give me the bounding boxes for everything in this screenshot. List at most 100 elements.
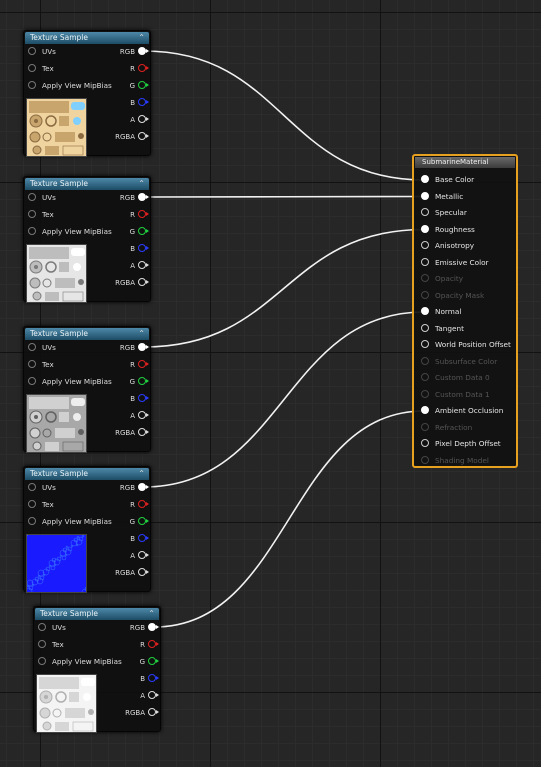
input-pin-apply-view-mipbias[interactable]: Apply View MipBias (28, 80, 112, 92)
pin-icon[interactable] (28, 343, 36, 351)
output-pin-g[interactable]: G (140, 656, 159, 668)
material-pin-specular[interactable]: Specular (421, 207, 467, 219)
pin-icon[interactable] (148, 657, 159, 665)
input-pin-uvs[interactable]: UVs (28, 192, 56, 204)
pin-icon[interactable] (138, 360, 149, 368)
chevron-up-icon[interactable]: ⌃ (138, 178, 145, 190)
chevron-up-icon[interactable]: ⌃ (138, 328, 145, 340)
pin-icon[interactable] (138, 411, 149, 419)
pin-icon[interactable] (421, 439, 429, 447)
pin-icon[interactable] (138, 517, 149, 525)
output-pin-g[interactable]: G (130, 80, 149, 92)
pin-icon[interactable] (138, 193, 149, 201)
input-pin-uvs[interactable]: UVs (38, 622, 66, 634)
pin-icon[interactable] (138, 428, 149, 436)
input-pin-apply-view-mipbias[interactable]: Apply View MipBias (28, 376, 112, 388)
material-pin-tangent[interactable]: Tangent (421, 323, 464, 335)
pin-icon[interactable] (138, 64, 149, 72)
output-pin-b[interactable]: B (130, 393, 149, 405)
pin-icon[interactable] (421, 175, 429, 183)
pin-icon[interactable] (28, 377, 36, 385)
pin-icon[interactable] (421, 406, 429, 414)
chevron-up-icon[interactable]: ⌃ (138, 32, 145, 44)
pin-icon[interactable] (421, 241, 429, 249)
input-pin-apply-view-mipbias[interactable]: Apply View MipBias (38, 656, 122, 668)
texture-sample-node[interactable]: Texture Sample ⌃ UVs Tex Apply View MipB… (23, 326, 151, 453)
texture-sample-node[interactable]: Texture Sample ⌃ UVs Tex Apply View MipB… (23, 466, 151, 593)
output-pin-rgba[interactable]: RGBA (115, 277, 149, 289)
output-pin-r[interactable]: R (130, 209, 149, 221)
pin-icon[interactable] (148, 708, 159, 716)
texture-sample-node[interactable]: Texture Sample ⌃ UVs Tex Apply View MipB… (23, 176, 151, 303)
material-pin-metallic[interactable]: Metallic (421, 191, 463, 203)
output-pin-rgb[interactable]: RGB (130, 622, 159, 634)
pin-icon[interactable] (28, 193, 36, 201)
pin-icon[interactable] (38, 623, 46, 631)
material-pin-emissive-color[interactable]: Emissive Color (421, 257, 489, 269)
pin-icon[interactable] (148, 691, 159, 699)
pin-icon[interactable] (28, 64, 36, 72)
material-pin-pixel-depth-offset[interactable]: Pixel Depth Offset (421, 438, 501, 450)
input-pin-tex[interactable]: Tex (28, 499, 54, 511)
pin-icon[interactable] (138, 210, 149, 218)
material-pin-base-color[interactable]: Base Color (421, 174, 474, 186)
output-pin-a[interactable]: A (130, 260, 149, 272)
pin-icon[interactable] (138, 227, 149, 235)
input-pin-uvs[interactable]: UVs (28, 482, 56, 494)
pin-icon[interactable] (28, 210, 36, 218)
pin-icon[interactable] (421, 307, 429, 315)
pin-icon[interactable] (38, 657, 46, 665)
pin-icon[interactable] (138, 47, 149, 55)
output-pin-g[interactable]: G (130, 376, 149, 388)
chevron-up-icon[interactable]: ⌃ (148, 608, 155, 620)
pin-icon[interactable] (421, 224, 429, 233)
pin-icon[interactable] (138, 534, 149, 542)
pin-icon[interactable] (138, 98, 149, 106)
node-header[interactable]: Texture Sample ⌃ (35, 608, 159, 620)
output-pin-rgb[interactable]: RGB (120, 46, 149, 58)
node-header[interactable]: Texture Sample ⌃ (25, 178, 149, 190)
output-pin-r[interactable]: R (130, 359, 149, 371)
output-pin-rgb[interactable]: RGB (120, 192, 149, 204)
pin-icon[interactable] (421, 208, 429, 216)
output-pin-r[interactable]: R (130, 63, 149, 75)
output-pin-a[interactable]: A (140, 690, 159, 702)
input-pin-tex[interactable]: Tex (28, 209, 54, 221)
output-pin-rgba[interactable]: RGBA (115, 427, 149, 439)
output-pin-a[interactable]: A (130, 410, 149, 422)
pin-icon[interactable] (138, 551, 149, 559)
input-pin-tex[interactable]: Tex (28, 63, 54, 75)
input-pin-apply-view-mipbias[interactable]: Apply View MipBias (28, 226, 112, 238)
pin-icon[interactable] (28, 517, 36, 525)
pin-icon[interactable] (421, 340, 429, 348)
pin-icon[interactable] (138, 343, 149, 351)
texture-sample-node[interactable]: Texture Sample ⌃ UVs Tex Apply View MipB… (33, 606, 161, 733)
output-pin-g[interactable]: G (130, 226, 149, 238)
pin-icon[interactable] (138, 394, 149, 402)
material-pin-world-position-offset[interactable]: World Position Offset (421, 339, 511, 351)
output-pin-g[interactable]: G (130, 516, 149, 528)
pin-icon[interactable] (148, 674, 159, 682)
pin-icon[interactable] (28, 500, 36, 508)
material-pin-anisotropy[interactable]: Anisotropy (421, 240, 474, 252)
pin-icon[interactable] (38, 640, 46, 648)
pin-icon[interactable] (138, 81, 149, 89)
pin-icon[interactable] (138, 377, 149, 385)
material-pin-ambient-occlusion[interactable]: Ambient Occlusion (421, 405, 503, 417)
pin-icon[interactable] (28, 47, 36, 55)
output-pin-b[interactable]: B (130, 243, 149, 255)
pin-icon[interactable] (138, 261, 149, 269)
pin-icon[interactable] (421, 257, 429, 266)
output-pin-rgb[interactable]: RGB (120, 482, 149, 494)
node-header[interactable]: Texture Sample ⌃ (25, 468, 149, 480)
pin-icon[interactable] (138, 568, 149, 576)
output-pin-b[interactable]: B (130, 533, 149, 545)
material-pin-roughness[interactable]: Roughness (421, 224, 475, 236)
pin-icon[interactable] (138, 132, 149, 140)
pin-icon[interactable] (138, 483, 149, 491)
pin-icon[interactable] (28, 81, 36, 89)
pin-icon[interactable] (421, 191, 429, 200)
pin-icon[interactable] (148, 640, 159, 648)
input-pin-uvs[interactable]: UVs (28, 342, 56, 354)
pin-icon[interactable] (148, 623, 159, 631)
